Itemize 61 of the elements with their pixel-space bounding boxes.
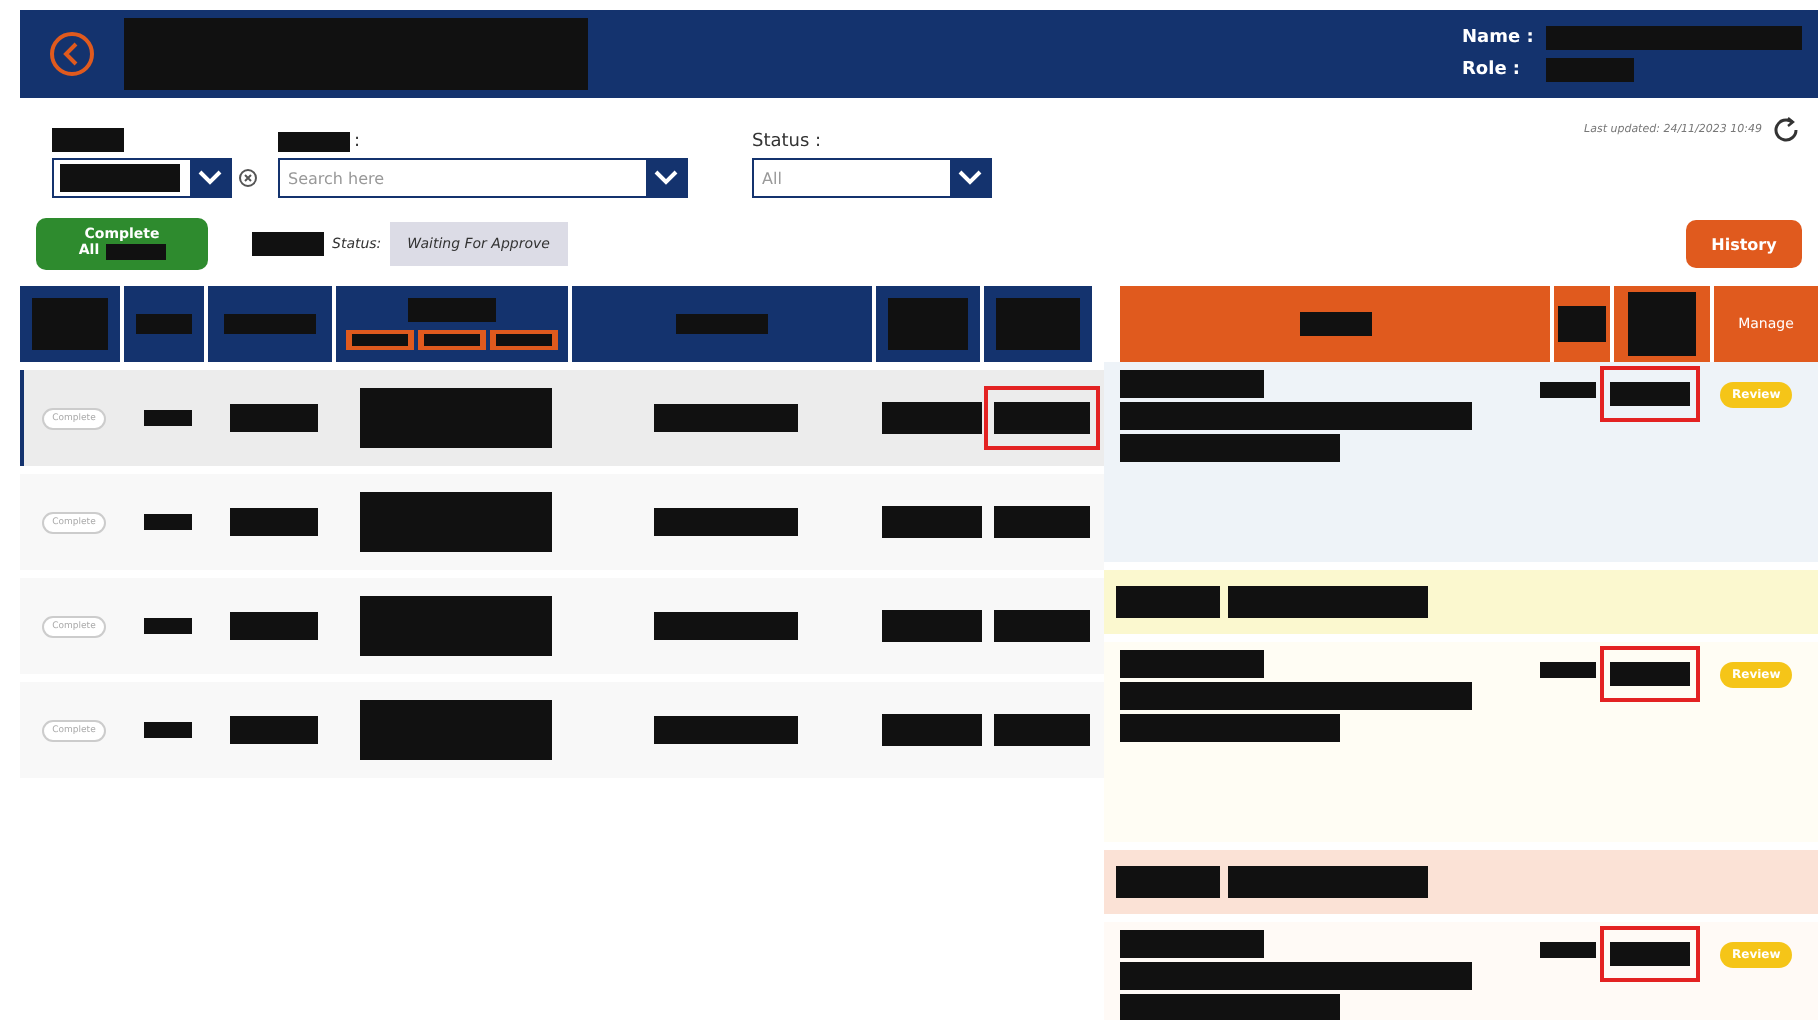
redaction-bar	[654, 612, 798, 640]
redaction-bar	[994, 402, 1090, 434]
redaction-bar	[278, 132, 350, 152]
redaction-bar	[136, 314, 192, 334]
redaction-bar	[105, 243, 166, 260]
redaction-bar	[882, 402, 982, 434]
redaction-bar	[230, 404, 318, 432]
redaction-bar	[32, 298, 108, 350]
redaction-bar	[52, 128, 124, 152]
history-button[interactable]: History	[1686, 220, 1802, 268]
chevron-down-icon	[654, 170, 678, 186]
redaction-bar	[882, 714, 982, 746]
redaction-bar	[230, 716, 318, 744]
redaction-bar	[1540, 382, 1596, 398]
redaction-bar	[654, 404, 798, 432]
field-label: Status :	[752, 132, 824, 152]
redaction-bar	[1116, 866, 1220, 898]
redaction-bar	[1610, 662, 1690, 686]
redaction-bar	[144, 722, 192, 738]
redaction-bar	[1610, 942, 1690, 966]
redaction-bar	[60, 164, 180, 192]
redaction-bar	[144, 514, 192, 530]
redaction-bar	[888, 298, 968, 350]
dropdown[interactable]	[52, 158, 232, 198]
search-field[interactable]: Search here	[278, 158, 688, 198]
redaction-bar	[1610, 382, 1690, 406]
redaction-bar	[654, 716, 798, 744]
clear-icon[interactable]	[238, 168, 258, 188]
redaction-bar	[676, 314, 768, 334]
redaction-bar	[882, 610, 982, 642]
redaction-bar	[1540, 942, 1596, 958]
status-dropdown[interactable]: All	[752, 158, 992, 198]
redaction-bar	[352, 334, 408, 346]
redaction-bar	[1116, 586, 1220, 618]
chevron-down-icon	[958, 170, 982, 186]
redaction-bar	[1299, 312, 1371, 336]
field-label: Role :	[1462, 60, 1523, 80]
redaction-bar	[996, 298, 1080, 350]
chevron-down-icon	[198, 170, 222, 186]
redaction-bar	[252, 232, 324, 256]
redaction-bar	[230, 612, 318, 640]
redaction-bar	[144, 410, 192, 426]
redaction-bar	[1120, 930, 1264, 958]
redaction-bar	[1120, 650, 1264, 678]
redaction-bar	[144, 618, 192, 634]
redaction-bar	[496, 334, 552, 346]
redaction-bar	[654, 508, 798, 536]
redaction-bar	[1558, 306, 1606, 342]
redaction-bar	[408, 298, 496, 322]
redaction-bar	[882, 506, 982, 538]
back-icon[interactable]	[48, 30, 96, 78]
redaction-bar	[1540, 662, 1596, 678]
redaction-bar	[1120, 370, 1264, 398]
field-label: :	[354, 132, 361, 152]
redaction-bar	[224, 314, 316, 334]
redaction-bar	[424, 334, 480, 346]
redaction-bar	[230, 508, 318, 536]
redaction-bar	[1628, 292, 1696, 356]
redaction-bar	[1546, 58, 1634, 82]
field-label: Name :	[1462, 28, 1534, 48]
refresh-icon[interactable]	[1770, 114, 1802, 146]
